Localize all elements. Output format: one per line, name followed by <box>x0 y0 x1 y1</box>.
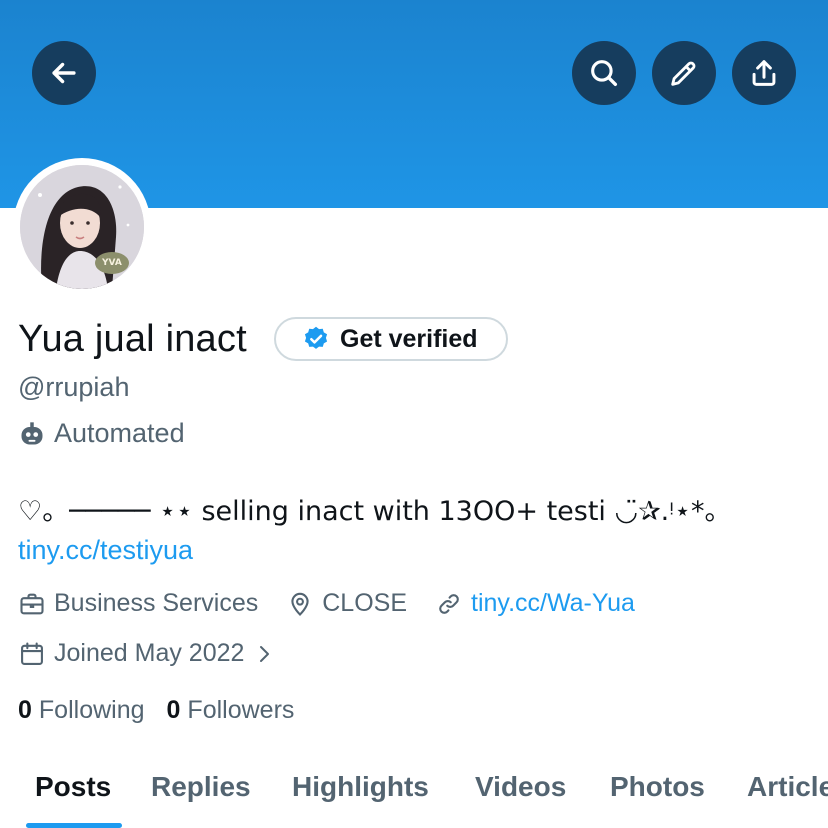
display-name: Yua jual inact <box>18 318 247 360</box>
followers-count: 0 <box>166 696 181 724</box>
profile-bio: ♡。───── ⋆⋆ selling inact with 13OO+ test… <box>18 496 732 527</box>
category-item: Business Services <box>18 589 258 618</box>
avatar-portrait <box>20 165 144 289</box>
share-upload-icon <box>752 60 776 86</box>
bio-link[interactable]: tiny.cc/testiyua <box>18 535 193 566</box>
tab-highlights[interactable]: Highlights <box>292 760 429 803</box>
joined-row[interactable]: Joined May 2022 <box>18 639 304 668</box>
avatar-badge-text: YVA <box>102 258 122 268</box>
category-label: Business Services <box>54 589 259 617</box>
avatar-image: YVA <box>20 165 144 289</box>
location-pin-icon <box>291 592 309 616</box>
followers-label: Followers <box>187 696 295 724</box>
following-link[interactable]: 0 Following <box>18 696 145 725</box>
share-button[interactable] <box>732 41 796 105</box>
edit-button[interactable] <box>652 41 716 105</box>
arrow-left-icon <box>52 62 76 84</box>
search-icon <box>591 60 618 87</box>
get-verified-label: Get verified <box>340 324 478 353</box>
user-handle: @rrupiah <box>18 372 130 402</box>
joined-item[interactable]: Joined May 2022 <box>18 639 276 668</box>
pencil-icon <box>671 61 696 86</box>
active-tab-indicator <box>26 823 122 828</box>
back-button[interactable] <box>32 41 96 105</box>
profile-tabs: Posts Replies Highlights Videos Photos A… <box>0 760 828 828</box>
joined-label: Joined May 2022 <box>54 639 245 667</box>
tab-articles[interactable]: Articles <box>747 760 828 803</box>
website-link[interactable]: tiny.cc/Wa-Yua <box>471 589 635 618</box>
briefcase-icon <box>20 593 44 614</box>
tab-photos[interactable]: Photos <box>610 760 705 803</box>
get-verified-button[interactable]: Get verified <box>274 317 508 361</box>
profile-meta-row: Business Services CLOSE tiny.cc/Wa-Yua <box>18 589 663 618</box>
calendar-icon <box>21 641 43 665</box>
automated-label: Automated <box>54 418 185 448</box>
following-count: 0 <box>18 696 32 724</box>
followers-link[interactable]: 0 Followers <box>167 696 295 725</box>
follow-stats: 0 Following 0 Followers <box>18 696 316 725</box>
tab-replies[interactable]: Replies <box>151 760 251 803</box>
automated-label-row[interactable]: Automated <box>18 418 185 449</box>
location-label: CLOSE <box>322 589 408 617</box>
location-item: CLOSE <box>286 589 407 618</box>
robot-icon <box>21 421 43 444</box>
link-icon <box>439 593 459 614</box>
verified-badge-icon <box>304 326 328 349</box>
website-item[interactable]: tiny.cc/Wa-Yua <box>435 589 635 618</box>
avatar[interactable]: YVA <box>13 158 151 296</box>
tab-videos[interactable]: Videos <box>475 760 566 803</box>
tab-posts[interactable]: Posts <box>35 760 111 803</box>
search-button[interactable] <box>572 41 636 105</box>
following-label: Following <box>38 696 145 724</box>
chevron-right-icon <box>260 645 270 662</box>
